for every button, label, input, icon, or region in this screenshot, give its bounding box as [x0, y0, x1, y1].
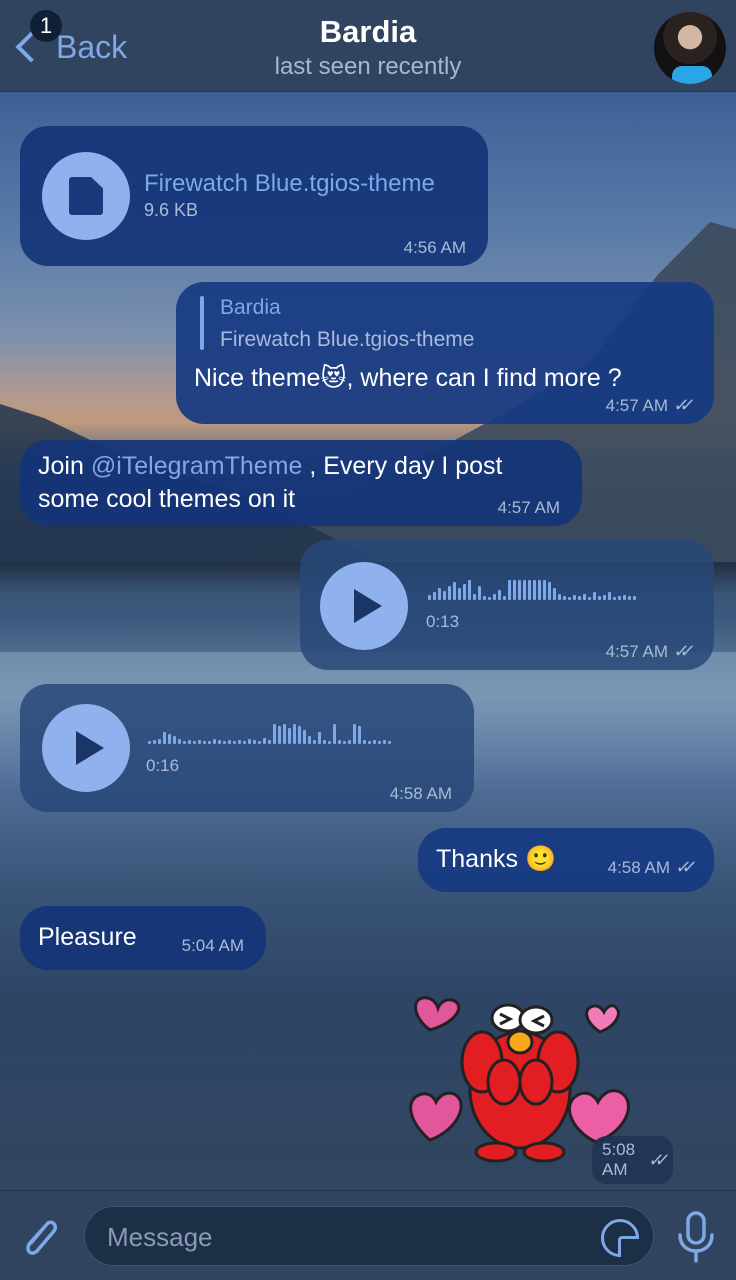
time-text: 4:57 AM [497, 498, 560, 517]
message-reply[interactable]: Bardia Firewatch Blue.tgios-theme Nice t… [176, 282, 714, 424]
message-time: 5:04 AM [182, 936, 244, 956]
time-text: 5:04 AM [181, 936, 244, 955]
reply-author[interactable]: Bardia [220, 296, 281, 320]
message-field[interactable] [84, 1206, 654, 1266]
voice-duration: 0:16 [146, 756, 180, 775]
unread-badge: 1 [30, 10, 62, 42]
message-time: 4:57 AM [498, 498, 560, 518]
message-text: Join @iTelegramTheme , Every day I post … [38, 450, 502, 516]
message-voice[interactable]: 0:13 4:57 AM ✓✓ [300, 540, 714, 670]
time-text: 4:58 AM [389, 784, 452, 803]
paperclip-icon[interactable] [18, 1213, 62, 1261]
sticker-message[interactable]: 5:08 AM ✓✓ [400, 990, 674, 1184]
message-file[interactable]: Firewatch Blue.tgios-theme 9.6 KB 4:56 A… [20, 126, 488, 266]
cat-emoji-icon: 😻 [320, 364, 347, 392]
message-text-bubble[interactable]: Thanks 🙂 4:58 AM ✓✓ [418, 828, 714, 892]
double-check-icon: ✓✓ [674, 857, 691, 877]
time-text: 5:08 AM [602, 1140, 636, 1179]
time-text: 4:57 AM [605, 395, 668, 415]
double-check-icon: ✓✓ [672, 395, 689, 415]
message-time: 5:08 AM ✓✓ [592, 1136, 674, 1184]
play-icon[interactable] [42, 704, 130, 792]
smile-emoji-icon: 🙂 [524, 845, 557, 873]
document-icon[interactable] [42, 152, 130, 240]
chat-status: last seen recently [274, 53, 462, 80]
sticker-icon[interactable] [601, 1219, 639, 1257]
message-text-part: Pleasure [38, 923, 137, 951]
voice-waveform[interactable] [148, 720, 391, 744]
message-text-bubble[interactable]: Join @iTelegramTheme , Every day I post … [20, 440, 582, 526]
microphone-icon[interactable] [676, 1209, 716, 1265]
file-name[interactable]: Firewatch Blue.tgios-theme [144, 170, 435, 198]
time-text: 4:58 AM [607, 857, 670, 877]
message-text-part: , where can I find more ? [346, 364, 622, 392]
reply-bar [200, 296, 204, 350]
play-icon[interactable] [320, 562, 408, 650]
file-size: 9.6 KB [144, 200, 199, 220]
message-text-part: some cool themes on it [38, 485, 296, 513]
chat-title: Bardia [319, 14, 417, 49]
message-input[interactable] [107, 1217, 587, 1257]
message-text: Pleasure [38, 921, 137, 954]
message-time: 4:57 AM ✓✓ [606, 641, 696, 662]
double-check-icon: ✓✓ [672, 641, 689, 661]
message-text-bubble[interactable]: Pleasure 5:04 AM [20, 906, 266, 970]
voice-waveform[interactable] [428, 576, 636, 600]
message-time: 4:57 AM ✓✓ [606, 395, 696, 416]
message-text-part: Nice theme [194, 364, 321, 392]
double-check-icon: ✓✓ [647, 1149, 663, 1170]
play-triangle [354, 589, 382, 623]
time-text: 4:56 AM [403, 238, 466, 257]
message-voice[interactable]: 0:16 4:58 AM [20, 684, 474, 812]
chat-title-area[interactable]: Bardia last seen recently [168, 12, 568, 82]
time-text: 4:57 AM [605, 641, 668, 661]
back-label: Back [56, 28, 128, 65]
chat-header: Back 1 Bardia last seen recently [0, 0, 736, 92]
document-shape [69, 177, 103, 215]
message-time: 4:58 AM ✓✓ [608, 857, 698, 878]
reply-text[interactable]: Firewatch Blue.tgios-theme [220, 328, 474, 352]
message-time: 4:56 AM [404, 238, 466, 258]
message-text: Thanks 🙂 [436, 843, 556, 876]
voice-duration: 0:13 [426, 612, 460, 631]
message-time: 4:58 AM [390, 784, 452, 804]
avatar-shirt [672, 66, 712, 84]
avatar[interactable] [654, 12, 726, 84]
mention-link[interactable]: @iTelegramTheme [91, 452, 303, 480]
message-input-bar [0, 1190, 736, 1280]
play-triangle [76, 731, 104, 765]
message-text: Nice theme😻, where can I find more ? [194, 362, 622, 395]
message-text-part: Join [38, 452, 91, 480]
message-text-part: , Every day I post [302, 452, 503, 480]
message-text-part: Thanks [436, 845, 518, 873]
